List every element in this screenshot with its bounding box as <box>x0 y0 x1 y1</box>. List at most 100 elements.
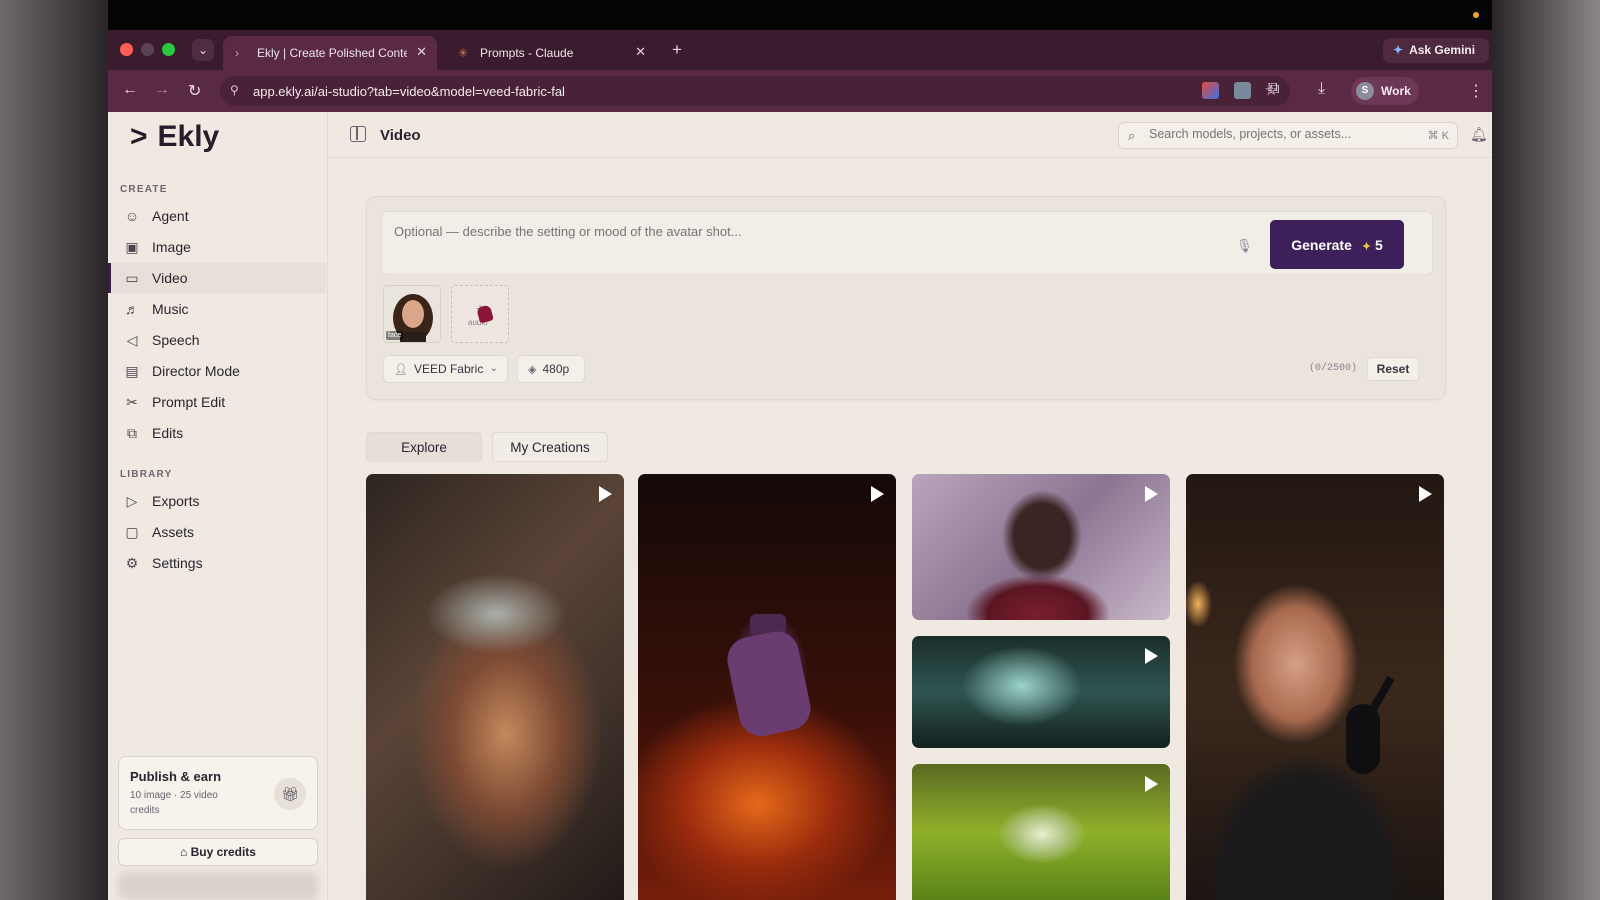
tab-explore[interactable]: Explore <box>366 432 482 462</box>
sidebar-item-label: Image <box>152 239 191 255</box>
sidebar-item-edits[interactable]: ⧉ Edits <box>108 418 326 448</box>
address-bar[interactable]: ⚲ app.ekly.ai/ai-studio?tab=video&model=… <box>220 76 1290 106</box>
extension-2-icon[interactable] <box>1234 82 1251 99</box>
sidebar-item-label: Prompt Edit <box>152 394 226 410</box>
play-icon <box>871 486 884 502</box>
sidebar-item-settings[interactable]: ⚙ Settings <box>108 548 326 578</box>
close-tab-icon[interactable]: ✕ <box>635 44 646 60</box>
ask-gemini-button[interactable]: ✦ Ask Gemini <box>1383 38 1489 63</box>
gallery-card-warrior[interactable] <box>366 474 624 900</box>
perfume-bottle-shape <box>727 614 811 737</box>
play-icon <box>1145 648 1158 664</box>
gallery-card-perfume[interactable] <box>638 474 896 900</box>
search-shortcut: ⌘ K <box>1427 130 1449 142</box>
clapper-icon: ▤ <box>125 363 139 379</box>
sidebar-item-speech[interactable]: ◁ Speech <box>108 325 326 355</box>
create-section-label: CREATE <box>120 184 168 195</box>
diamond-icon: ◈ <box>528 364 537 376</box>
sidebar-toggle-icon[interactable] <box>350 126 366 142</box>
generate-button[interactable]: Generate ✦ 5 <box>1270 220 1404 269</box>
image-icon: ▣ <box>125 239 139 255</box>
sidebar-item-label: Speech <box>152 332 200 348</box>
sidebar-item-prompt-edit[interactable]: ✂ Prompt Edit <box>108 387 326 417</box>
tab-search-chevron-icon[interactable]: ⌄ <box>192 39 214 61</box>
gallery-card-droplet[interactable] <box>912 764 1170 900</box>
browser-menu-icon[interactable]: ⋮ <box>1468 81 1484 101</box>
gift-icon[interactable]: 🎁︎ <box>274 778 306 810</box>
microphone-shape <box>1346 676 1395 774</box>
audio-upload-slot[interactable]: + audio <box>451 285 509 343</box>
sidebar-item-agent[interactable]: ☺ Agent <box>108 201 326 231</box>
play-icon <box>1145 486 1158 502</box>
back-arrow-icon[interactable]: ← <box>122 81 138 99</box>
model-label: VEED Fabric <box>413 362 484 376</box>
layers-icon: ⧉ <box>127 425 137 441</box>
sidebar-item-label: Music <box>152 301 189 317</box>
generate-cost: 5 <box>1375 236 1383 253</box>
profile-button[interactable]: S Work <box>1351 77 1419 105</box>
play-icon <box>1419 486 1432 502</box>
sidebar-item-label: Settings <box>152 555 203 571</box>
logo-chevron-icon: > <box>130 120 148 153</box>
prompt-box: 🎙︎ Generate ✦ 5 <box>381 211 1433 275</box>
notification-dot <box>1473 12 1479 18</box>
credit-sparkle-icon: ✦ <box>1361 240 1372 253</box>
minimize-window-button[interactable] <box>141 43 154 56</box>
gemini-sparkle-icon: ✦ <box>1393 43 1404 57</box>
model-select[interactable]: 👤︎ VEED Fabric ⌄ <box>383 355 508 383</box>
sidebar-item-music[interactable]: ♬ Music <box>108 294 326 324</box>
reset-button[interactable]: Reset <box>1367 357 1419 381</box>
reload-icon[interactable]: ↻ <box>188 81 201 101</box>
search-box[interactable]: ⌕ ⌘ K <box>1118 122 1458 149</box>
maximize-window-button[interactable] <box>162 43 175 56</box>
new-tab-plus-icon[interactable]: + <box>672 40 682 60</box>
sidebar-item-video[interactable]: ▭ Video <box>108 263 326 293</box>
prompt-input[interactable] <box>394 224 1214 264</box>
extensions-puzzle-icon[interactable]: ⧉ <box>1268 80 1279 98</box>
archive-icon: ▢ <box>125 524 139 540</box>
site-settings-icon[interactable]: ⚲ <box>230 83 239 97</box>
sidebar-item-exports[interactable]: ▷ Exports <box>108 486 326 516</box>
tab-claude[interactable]: ✳ Prompts - Claude ✕ <box>446 36 656 70</box>
sidebar-item-label: Exports <box>152 493 200 509</box>
tab-ekly[interactable]: › Ekly | Create Polished Content ✕ <box>223 36 437 70</box>
extension-1-icon[interactable] <box>1202 82 1219 99</box>
publish-subtitle: 10 image · 25 video credits <box>130 790 218 816</box>
main-header: Video ⌕ ⌘ K 🔔︎ ✦ <box>328 112 1492 158</box>
url-text: app.ekly.ai/ai-studio?tab=video&model=ve… <box>253 84 565 99</box>
tab-my-creations[interactable]: My Creations <box>492 432 608 462</box>
buy-credits-label: Buy credits <box>190 845 256 859</box>
sidebar-item-image[interactable]: ▣ Image <box>108 232 326 262</box>
video-icon: ▭ <box>125 270 139 286</box>
sidebar-item-label: Edits <box>152 425 184 441</box>
face-input-thumbnail[interactable]: face <box>383 285 441 343</box>
search-input[interactable] <box>1149 127 1409 141</box>
gear-icon: ⚙ <box>125 555 139 571</box>
sidebar-item-label: Assets <box>152 524 195 540</box>
search-icon: ⌕ <box>1128 128 1136 143</box>
close-tab-icon[interactable]: ✕ <box>416 44 427 60</box>
microphone-icon[interactable]: 🎙︎ <box>1236 238 1253 254</box>
tab-strip: ⌄ › Ekly | Create Polished Content ✕ ✳ P… <box>108 30 1492 70</box>
resolution-select[interactable]: ◈ 480p <box>517 355 585 383</box>
gallery-card-portrait[interactable] <box>912 474 1170 620</box>
downloads-icon[interactable]: ⤓ <box>1318 80 1325 98</box>
play-outline-icon: ▷ <box>126 493 138 509</box>
ekly-favicon-icon: › <box>235 46 239 60</box>
forward-arrow-icon[interactable]: → <box>154 81 170 99</box>
user-icon: 👤︎ <box>394 364 408 376</box>
gallery-card-forest[interactable] <box>912 636 1170 748</box>
sidebar-item-director-mode[interactable]: ▤ Director Mode <box>108 356 326 386</box>
gallery-card-podcaster[interactable] <box>1186 474 1444 900</box>
play-icon <box>599 486 612 502</box>
character-counter: (0/2500) <box>1309 363 1358 374</box>
close-window-button[interactable] <box>120 43 133 56</box>
main-content: Video ⌕ ⌘ K 🔔︎ ✦ 🎙︎ Generate ✦ 5 <box>328 112 1492 900</box>
ekly-logo[interactable]: > Ekly <box>130 120 219 154</box>
sidebar-item-assets[interactable]: ▢ Assets <box>108 517 326 547</box>
buy-credits-button[interactable]: ⌂ Buy credits <box>118 838 318 866</box>
user-account-blurred[interactable] <box>118 872 318 900</box>
mouse-cursor-icon <box>476 304 494 324</box>
bell-icon[interactable]: 🔔︎ <box>1470 126 1488 143</box>
publish-earn-card[interactable]: Publish & earn 10 image · 25 video credi… <box>118 756 318 830</box>
